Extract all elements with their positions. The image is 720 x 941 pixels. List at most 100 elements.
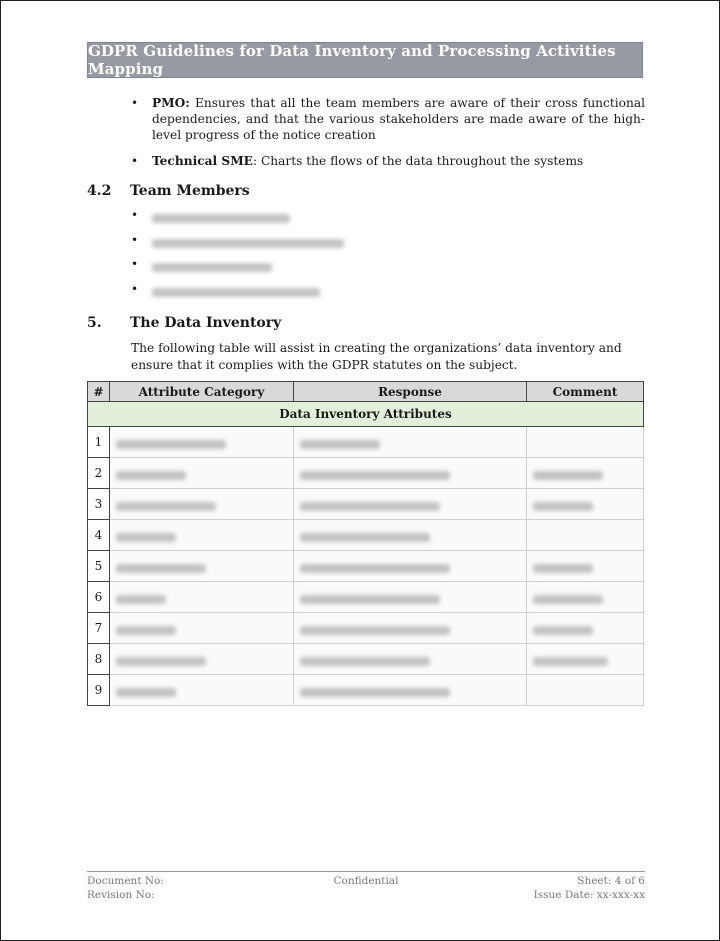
row-number: 5 (87, 550, 110, 582)
attribute-category-cell (109, 581, 294, 613)
column-header-attribute-category: Attribute Category (109, 381, 294, 402)
redacted-text (300, 501, 440, 511)
role-description: : Charts the flows of the data throughou… (252, 153, 584, 168)
column-header-number: # (87, 381, 110, 402)
attribute-category-cell (109, 612, 294, 644)
attribute-category-cell (109, 426, 294, 458)
redacted-text (300, 687, 450, 697)
redacted-text (533, 656, 608, 666)
document-title: GDPR Guidelines for Data Inventory and P… (88, 42, 616, 78)
redacted-text (300, 470, 450, 480)
redacted-text (152, 214, 290, 223)
footer-revision-no: Revision No: (87, 889, 155, 901)
comment-cell (526, 612, 644, 644)
redacted-text (152, 238, 344, 248)
attribute-category-cell (109, 674, 294, 706)
bullet-icon: • (131, 257, 139, 271)
table-row: 1 (87, 426, 644, 458)
redacted-text (300, 594, 440, 604)
redacted-text (116, 470, 186, 480)
redacted-text (533, 563, 593, 573)
role-item-technical-sme: • Technical SME: Charts the flows of the… (131, 153, 645, 169)
redacted-text (152, 263, 272, 272)
redacted-text (300, 439, 380, 449)
team-member-item: • (131, 233, 344, 258)
comment-cell (526, 457, 644, 489)
section-heading-data-inventory: 5. The Data Inventory (87, 315, 281, 331)
team-members-list: • • • • (131, 208, 344, 306)
role-label: Technical SME (152, 153, 253, 168)
document-page: GDPR Guidelines for Data Inventory and P… (0, 0, 720, 941)
bullet-icon: • (131, 153, 139, 168)
response-cell (293, 581, 527, 613)
bullet-icon: • (131, 96, 139, 110)
section-intro: The following table will assist in creat… (131, 341, 622, 372)
redacted-text (116, 594, 166, 604)
comment-cell (526, 426, 644, 458)
team-member-item: • (131, 282, 344, 307)
section-title: Team Members (130, 183, 250, 199)
redacted-text (533, 625, 593, 635)
team-member-item: • (131, 257, 344, 282)
comment-cell (526, 674, 644, 706)
comment-cell (526, 643, 644, 675)
page-footer: Confidential Document No: Sheet: 4 of 6 … (87, 871, 645, 902)
document-title-banner: GDPR Guidelines for Data Inventory and P… (87, 42, 643, 78)
comment-cell (526, 581, 644, 613)
redacted-text (116, 687, 176, 697)
section-row-label: Data Inventory Attributes (87, 401, 644, 427)
row-number: 1 (87, 426, 110, 458)
section-number: 4.2 (87, 183, 112, 199)
data-inventory-table: # Attribute Category Response Comment Da… (87, 381, 644, 706)
table-row: 4 (87, 519, 644, 551)
response-cell (293, 426, 527, 458)
table-row: 9 (87, 674, 644, 706)
response-cell (293, 674, 527, 706)
table-row: 7 (87, 612, 644, 644)
section-heading-team-members: 4.2 Team Members (87, 183, 250, 199)
section-title: The Data Inventory (130, 315, 282, 331)
redacted-text (116, 625, 176, 635)
table-header-row: # Attribute Category Response Comment (87, 381, 644, 402)
attribute-category-cell (109, 488, 294, 520)
attribute-category-cell (109, 550, 294, 582)
redacted-text (116, 656, 206, 666)
comment-cell (526, 519, 644, 551)
role-label: PMO: (152, 96, 190, 110)
role-description: Ensures that all the team members are aw… (152, 96, 645, 143)
table-row: 3 (87, 488, 644, 520)
row-number: 4 (87, 519, 110, 551)
team-member-item: • (131, 208, 344, 233)
redacted-text (116, 439, 226, 449)
row-number: 3 (87, 488, 110, 520)
redacted-text (300, 656, 430, 666)
bullet-icon: • (131, 232, 139, 247)
response-cell (293, 488, 527, 520)
response-cell (293, 643, 527, 675)
redacted-text (300, 625, 450, 635)
table-row: 6 (87, 581, 644, 613)
comment-cell (526, 550, 644, 582)
row-number: 8 (87, 643, 110, 675)
attribute-category-cell (109, 643, 294, 675)
redacted-text (533, 470, 603, 480)
column-header-response: Response (293, 381, 527, 402)
attribute-category-cell (109, 457, 294, 489)
response-cell (293, 612, 527, 644)
comment-cell (526, 488, 644, 520)
redacted-text (533, 501, 593, 511)
section-number: 5. (87, 315, 102, 331)
column-header-comment: Comment (526, 381, 644, 402)
redacted-text (533, 594, 603, 604)
roles-list: • PMO: Ensures that all the team members… (131, 95, 645, 178)
row-number: 2 (87, 457, 110, 489)
footer-issue-date: Issue Date: xx-xxx-xx (533, 889, 645, 901)
redacted-text (116, 532, 176, 542)
row-number: 7 (87, 612, 110, 644)
redacted-text (116, 501, 216, 511)
redacted-text (152, 287, 320, 297)
response-cell (293, 550, 527, 582)
table-row: 5 (87, 550, 644, 582)
footer-classification: Confidential (333, 875, 399, 887)
response-cell (293, 457, 527, 489)
